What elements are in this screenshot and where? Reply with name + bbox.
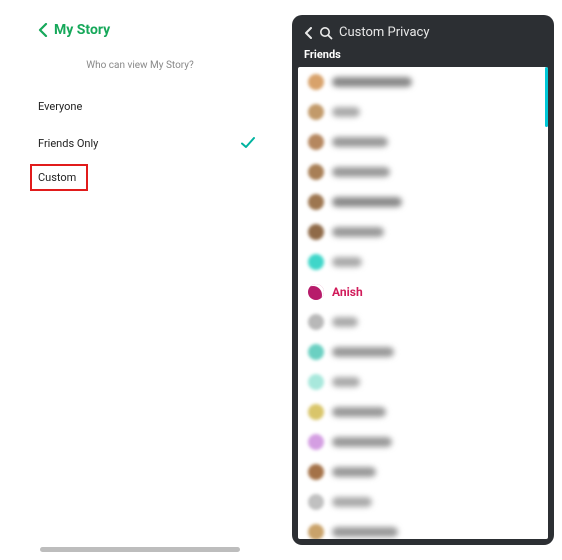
friend-name: Anish: [332, 285, 363, 299]
avatar: [308, 314, 324, 330]
avatar: [308, 374, 324, 390]
friend-row[interactable]: [298, 307, 548, 337]
friend-name-blurred: [332, 527, 398, 537]
friend-name-blurred: [332, 137, 388, 147]
custom-privacy-panel: Custom Privacy Friends Anish: [292, 15, 554, 545]
page-title: My Story: [54, 22, 110, 38]
friend-name-blurred: [332, 407, 386, 417]
friend-row[interactable]: Anish: [298, 277, 548, 307]
home-indicator: [40, 547, 240, 552]
checkmark-icon: [240, 135, 256, 151]
avatar: [308, 524, 324, 539]
option-label: Custom: [38, 171, 76, 184]
friend-row[interactable]: [298, 397, 548, 427]
back-icon[interactable]: [304, 27, 313, 39]
avatar: [308, 404, 324, 420]
friend-name-blurred: [332, 167, 390, 177]
friend-name-blurred: [332, 317, 358, 327]
friend-name-blurred: [332, 347, 394, 357]
option-label: Friends Only: [38, 137, 98, 150]
friends-section-label: Friends: [292, 46, 554, 67]
left-header: My Story: [0, 22, 280, 38]
avatar: [308, 494, 324, 510]
friend-row[interactable]: [298, 517, 548, 539]
option-custom[interactable]: Custom: [30, 164, 88, 191]
option-everyone[interactable]: Everyone: [0, 89, 280, 124]
friend-name-blurred: [332, 377, 360, 387]
friend-row[interactable]: [298, 337, 548, 367]
avatar: [308, 254, 324, 270]
avatar: [308, 464, 324, 480]
option-label: Everyone: [38, 100, 82, 113]
friend-row[interactable]: [298, 97, 548, 127]
friend-row[interactable]: [298, 247, 548, 277]
friend-row[interactable]: [298, 157, 548, 187]
friend-name-blurred: [332, 107, 360, 117]
avatar: [308, 194, 324, 210]
friend-row[interactable]: [298, 217, 548, 247]
scroll-indicator: [545, 67, 548, 127]
friend-row[interactable]: [298, 67, 548, 97]
right-title: Custom Privacy: [339, 25, 430, 40]
friend-name-blurred: [332, 437, 392, 447]
my-story-panel: My Story Who can view My Story? Everyone…: [0, 0, 280, 560]
search-icon[interactable]: [319, 26, 333, 40]
right-header: Custom Privacy: [292, 15, 554, 46]
friend-name-blurred: [332, 77, 412, 87]
friends-list[interactable]: Anish: [298, 67, 548, 539]
friend-name-blurred: [332, 227, 384, 237]
friend-row[interactable]: [298, 187, 548, 217]
subtitle: Who can view My Story?: [0, 60, 280, 71]
back-icon[interactable]: [38, 23, 48, 37]
friend-name-blurred: [332, 257, 362, 267]
friend-row[interactable]: [298, 457, 548, 487]
friend-row[interactable]: [298, 367, 548, 397]
option-friends-only[interactable]: Friends Only: [0, 124, 280, 162]
friend-row[interactable]: [298, 487, 548, 517]
friend-row[interactable]: [298, 427, 548, 457]
avatar: [308, 224, 324, 240]
friend-row[interactable]: [298, 127, 548, 157]
avatar: [308, 344, 324, 360]
friend-name-blurred: [332, 497, 372, 507]
avatar: [308, 104, 324, 120]
friend-name-blurred: [332, 467, 376, 477]
friend-name-blurred: [332, 197, 402, 207]
avatar: [308, 74, 324, 90]
avatar: [308, 164, 324, 180]
avatar: [308, 134, 324, 150]
avatar: [308, 284, 324, 300]
avatar: [308, 434, 324, 450]
